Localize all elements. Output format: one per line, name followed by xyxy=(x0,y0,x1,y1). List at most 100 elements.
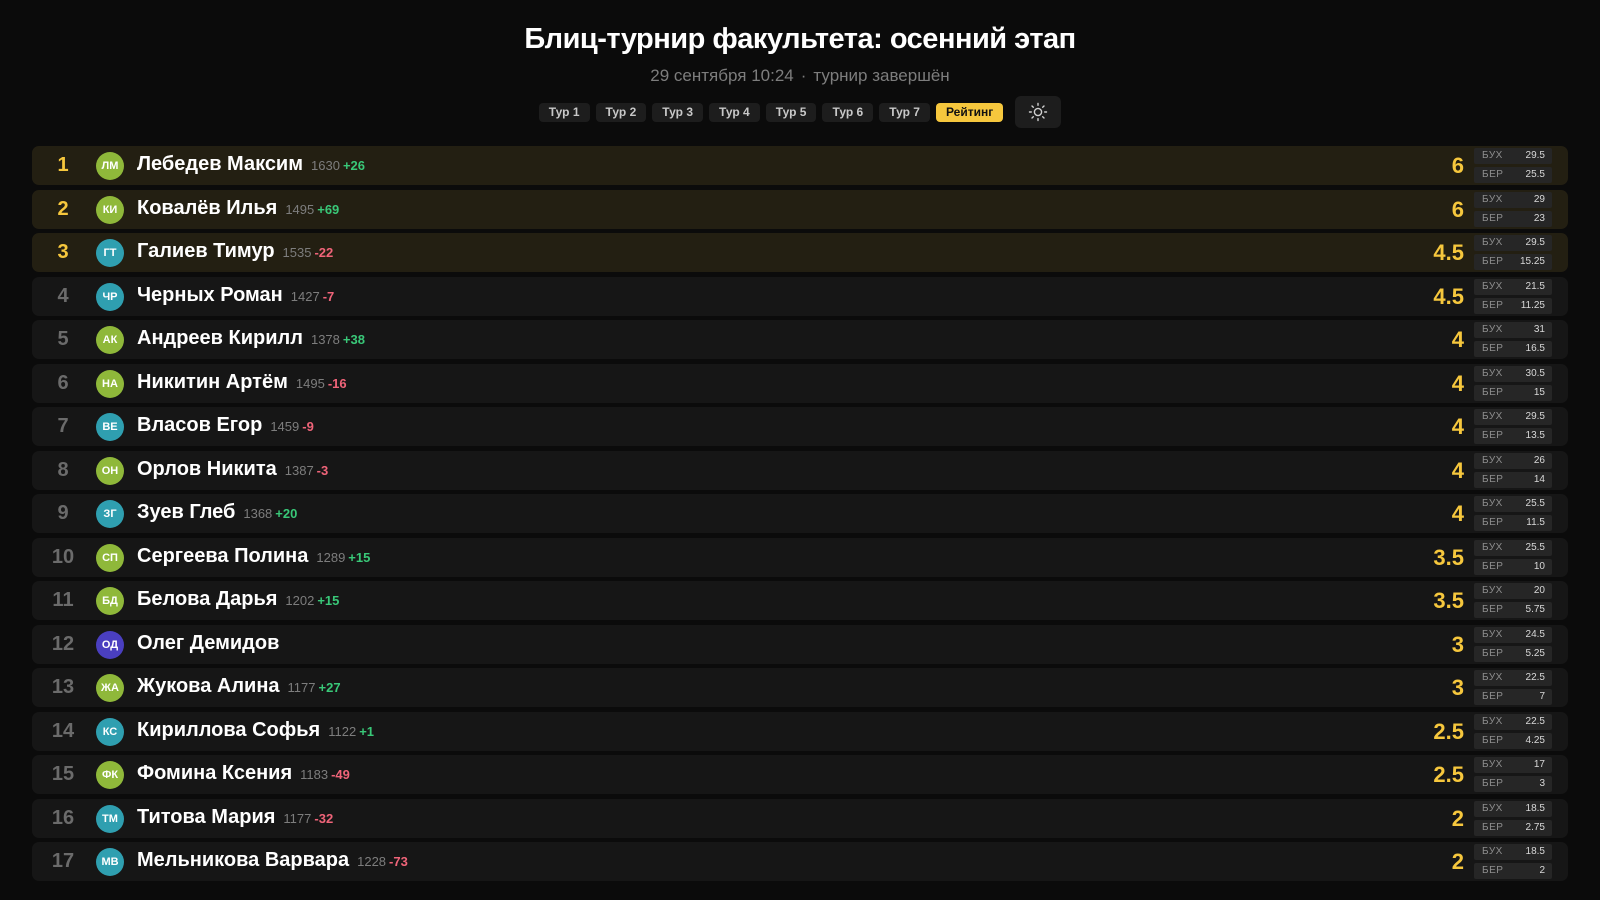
tiebreak-label: БЕР xyxy=(1482,517,1504,528)
tiebreak-label: БЕР xyxy=(1482,778,1504,789)
tiebreak-value: 4.25 xyxy=(1525,734,1545,746)
avatar: ОН xyxy=(96,456,124,485)
tiebreak-value: 10 xyxy=(1533,560,1545,572)
rating-change: -3 xyxy=(316,462,329,478)
avatar: СП xyxy=(96,543,124,572)
player-name[interactable]: Андреев Кирилл xyxy=(137,327,303,349)
tab-round-1[interactable]: Тур 1 xyxy=(538,102,590,122)
tab-round-3[interactable]: Тур 3 xyxy=(652,102,703,122)
tiebreak-buchholz: БУХ 29.5 xyxy=(1474,409,1552,425)
rating-change: +27 xyxy=(318,680,341,695)
tiebreak-label: БУХ xyxy=(1482,715,1503,727)
tiebreak-label: БУХ xyxy=(1482,367,1503,379)
tiebreak-label: БЕР xyxy=(1482,256,1504,267)
avatar: КС xyxy=(96,717,124,746)
table-row[interactable]: 10 СП Сергеева Полина 1289 +15 3.5 БУХ 25.… xyxy=(32,537,1568,577)
tiebreaks: БУХ 31 БЕР 16.5 xyxy=(1474,322,1552,360)
player-name[interactable]: Титова Мария xyxy=(137,806,275,828)
rating-change: +38 xyxy=(342,332,365,347)
player-name[interactable]: Мельникова Варвара xyxy=(137,849,349,871)
tiebreaks: БУХ 29.5 БЕР 15.25 xyxy=(1474,235,1552,273)
player-name[interactable]: Сергеева Полина xyxy=(137,545,308,567)
player-name[interactable]: Орлов Никита xyxy=(137,458,277,480)
table-row[interactable]: 17 МВ Мельникова Варвара 1228 -73 2 БУХ 18… xyxy=(32,842,1568,881)
place-number: 12 xyxy=(51,632,75,655)
table-row[interactable]: 15 ФК Фомина Ксения 1183 -49 2.5 БУХ 17 БЕ… xyxy=(32,755,1568,794)
player-name-cell: Олег Демидов xyxy=(137,625,279,664)
tiebreak-value: 25.5 xyxy=(1525,498,1545,509)
avatar: ЗГ xyxy=(96,500,124,528)
subtitle-separator: · xyxy=(800,66,807,85)
tiebreak-label: БЕР xyxy=(1482,691,1504,702)
tab-round-6[interactable]: Тур 6 xyxy=(822,102,874,122)
tab-standings[interactable]: Рейтинг xyxy=(935,102,1004,122)
tiebreak-berger: БЕР 4.25 xyxy=(1474,732,1552,749)
place-number: 10 xyxy=(51,545,75,568)
player-name[interactable]: Ковалёв Илья xyxy=(137,197,277,219)
table-row[interactable]: 7 ВЕ Власов Егор 1459 -9 4 БУХ 29.5 БЕР 13… xyxy=(32,407,1568,446)
player-name-cell: Власов Егор 1459 -9 xyxy=(137,407,314,446)
player-name[interactable]: Власов Егор xyxy=(137,414,262,436)
table-row[interactable]: 3 ГТ Галиев Тимур 1535 -22 4.5 БУХ 29.5 БЕ… xyxy=(32,233,1568,272)
player-name[interactable]: Черных Роман xyxy=(137,284,283,306)
avatar: ЧР xyxy=(96,282,124,311)
avatar: НА xyxy=(96,369,124,398)
table-row[interactable]: 6 НА Никитин Артём 1495 -16 4 БУХ 30.5 БЕР… xyxy=(32,363,1568,403)
player-name[interactable]: Кириллова Софья xyxy=(137,719,320,741)
table-row[interactable]: 9 ЗГ Зуев Глеб 1368 +20 4 БУХ 25.5 БЕР 11.… xyxy=(32,494,1568,533)
tiebreak-value: 2 xyxy=(1539,865,1545,876)
tiebreak-value: 30.5 xyxy=(1525,367,1545,379)
tiebreak-label: БЕР xyxy=(1482,734,1504,746)
avatar: КИ xyxy=(96,195,124,224)
player-score: 3 xyxy=(1451,631,1464,657)
player-name[interactable]: Жукова Алина xyxy=(137,675,280,697)
tiebreak-label: БУХ xyxy=(1482,193,1503,205)
player-name-cell: Черных Роман 1427 -7 xyxy=(137,277,334,316)
place-number: 6 xyxy=(57,371,69,394)
player-name[interactable]: Фомина Ксения xyxy=(137,762,292,784)
theme-toggle-button[interactable] xyxy=(1015,96,1062,128)
table-row[interactable]: 14 КС Кириллова Софья 1122 +1 2.5 БУХ 22.5… xyxy=(32,711,1568,751)
player-score: 3.5 xyxy=(1433,588,1464,613)
player-rating: 1289 xyxy=(316,549,346,565)
place-number: 11 xyxy=(52,589,74,611)
player-name[interactable]: Лебедев Максим xyxy=(137,153,303,175)
table-row[interactable]: 8 ОН Орлов Никита 1387 -3 4 БУХ 26 БЕР 14 xyxy=(32,450,1568,490)
player-name[interactable]: Никитин Артём xyxy=(137,371,288,393)
tiebreaks: БУХ 29.5 БЕР 25.5 xyxy=(1474,148,1552,186)
tiebreak-label: БЕР xyxy=(1482,560,1504,572)
tiebreak-berger: БЕР 14 xyxy=(1474,471,1552,488)
table-row[interactable]: 13 ЖА Жукова Алина 1177 +27 3 БУХ 22.5 БЕР… xyxy=(32,668,1568,707)
player-name-cell: Орлов Никита 1387 -3 xyxy=(137,451,328,490)
player-score: 6 xyxy=(1451,196,1464,222)
table-row[interactable]: 12 ОД Олег Демидов 3 БУХ 24.5 БЕР 5.25 xyxy=(32,624,1568,664)
table-row[interactable]: 1 ЛМ Лебедев Максим 1630 +26 6 БУХ 29.5 БЕ… xyxy=(32,146,1568,185)
tiebreak-label: БЕР xyxy=(1482,430,1504,441)
tiebreak-buchholz: БУХ 30.5 xyxy=(1474,365,1552,382)
player-rating: 1183 xyxy=(300,767,329,782)
tiebreak-label: БУХ xyxy=(1482,541,1503,553)
player-name[interactable]: Зуев Глеб xyxy=(137,501,235,523)
player-name[interactable]: Галиев Тимур xyxy=(137,240,275,262)
player-name[interactable]: Олег Демидов xyxy=(137,632,279,654)
tournament-date: 29 сентября 10:24 xyxy=(650,66,794,85)
tiebreak-value: 18.5 xyxy=(1525,802,1545,814)
place-number: 17 xyxy=(51,850,75,872)
table-row[interactable]: 11 БД Белова Дарья 1202 +15 3.5 БУХ 20 БЕР… xyxy=(32,581,1568,620)
tiebreak-buchholz: БУХ 25.5 xyxy=(1474,496,1552,512)
player-name[interactable]: Белова Дарья xyxy=(137,588,277,610)
tab-round-5[interactable]: Тур 5 xyxy=(765,102,817,122)
table-row[interactable]: 2 КИ Ковалёв Илья 1495 +69 6 БУХ 29 БЕР 23 xyxy=(32,189,1568,229)
tab-round-2[interactable]: Тур 2 xyxy=(595,102,647,122)
player-rating: 1378 xyxy=(310,332,340,347)
table-row[interactable]: 4 ЧР Черных Роман 1427 -7 4.5 БУХ 21.5 БЕР… xyxy=(32,276,1568,316)
tiebreak-value: 20 xyxy=(1533,585,1545,596)
tiebreak-label: БУХ xyxy=(1482,498,1503,509)
tiebreak-label: БЕР xyxy=(1482,343,1504,354)
table-row[interactable]: 16 ТМ Титова Мария 1177 -32 2 БУХ 18.5 БЕР… xyxy=(32,798,1568,838)
tiebreaks: БУХ 18.5 БЕР 2 xyxy=(1474,844,1552,882)
tab-round-7[interactable]: Тур 7 xyxy=(879,102,930,122)
table-row[interactable]: 5 АК Андреев Кирилл 1378 +38 4 БУХ 31 БЕР … xyxy=(32,320,1568,359)
tab-round-4[interactable]: Тур 4 xyxy=(709,102,760,122)
player-name-cell: Мельникова Варвара 1228 -73 xyxy=(137,842,408,881)
